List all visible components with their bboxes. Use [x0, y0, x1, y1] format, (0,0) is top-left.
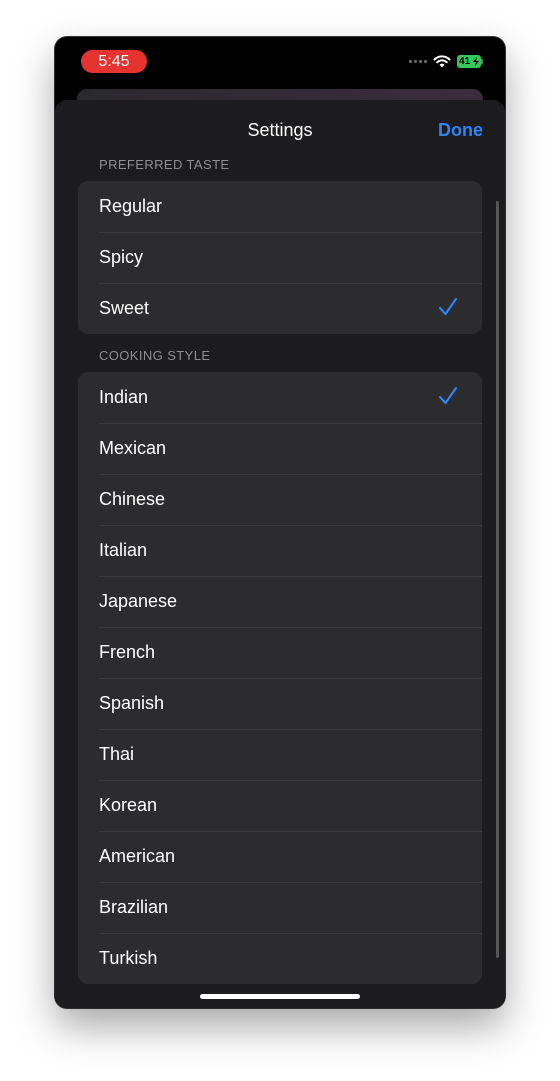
taste-option-sweet[interactable]: Sweet — [78, 283, 482, 334]
settings-sheet: Settings Done PREFERRED TASTE Regular Spi… — [55, 100, 505, 1008]
cuisine-option-french[interactable]: French — [78, 627, 482, 678]
option-label: Japanese — [99, 591, 178, 611]
cooking-style-list: Indian Mexican Chinese Italian Japanese Frenc… — [78, 372, 482, 984]
cuisine-option-american[interactable]: American — [78, 831, 482, 882]
cellular-signal-icon — [409, 60, 427, 63]
option-label: Thai — [99, 744, 135, 764]
cuisine-option-thai[interactable]: Thai — [78, 729, 482, 780]
done-button[interactable]: Done — [438, 120, 483, 141]
status-time: 5:45 — [81, 50, 147, 73]
cuisine-option-spanish[interactable]: Spanish — [78, 678, 482, 729]
option-label: Spicy — [99, 247, 144, 267]
cuisine-option-chinese[interactable]: Chinese — [78, 474, 482, 525]
option-label: Korean — [99, 795, 158, 815]
cuisine-option-italian[interactable]: Italian — [78, 525, 482, 576]
option-label: French — [99, 642, 156, 662]
battery-icon: 41 — [457, 55, 483, 68]
phone-frame: 5:45 41 Settings Done PREFERRED TASTE Re… — [55, 37, 505, 1008]
charging-bolt-icon — [473, 57, 479, 66]
cuisine-option-indian[interactable]: Indian — [78, 372, 482, 423]
option-label: Regular — [99, 196, 163, 216]
option-label: Spanish — [99, 693, 165, 713]
wifi-icon — [433, 55, 451, 68]
taste-option-spicy[interactable]: Spicy — [78, 232, 482, 283]
cuisine-option-korean[interactable]: Korean — [78, 780, 482, 831]
option-label: Chinese — [99, 489, 166, 509]
checkmark-icon — [438, 297, 458, 316]
option-label: Indian — [99, 387, 149, 407]
cooking-style-header: COOKING STYLE — [99, 348, 211, 363]
checkmark-icon — [438, 386, 458, 405]
preferred-taste-header: PREFERRED TASTE — [99, 157, 230, 172]
preferred-taste-list: Regular Spicy Sweet — [78, 181, 482, 334]
option-label: Sweet — [99, 298, 150, 318]
cuisine-option-brazilian[interactable]: Brazilian — [78, 882, 482, 933]
option-label: Italian — [99, 540, 148, 560]
battery-level: 41 — [459, 56, 471, 67]
option-label: Turkish — [99, 948, 158, 968]
cuisine-option-japanese[interactable]: Japanese — [78, 576, 482, 627]
cuisine-option-turkish[interactable]: Turkish — [78, 933, 482, 984]
option-label: Mexican — [99, 438, 167, 458]
home-indicator[interactable] — [200, 994, 360, 999]
taste-option-regular[interactable]: Regular — [78, 181, 482, 232]
scrollbar[interactable] — [496, 201, 499, 958]
option-label: Brazilian — [99, 897, 169, 917]
status-icons: 41 — [409, 55, 483, 68]
option-label: American — [99, 846, 176, 866]
cuisine-option-mexican[interactable]: Mexican — [78, 423, 482, 474]
